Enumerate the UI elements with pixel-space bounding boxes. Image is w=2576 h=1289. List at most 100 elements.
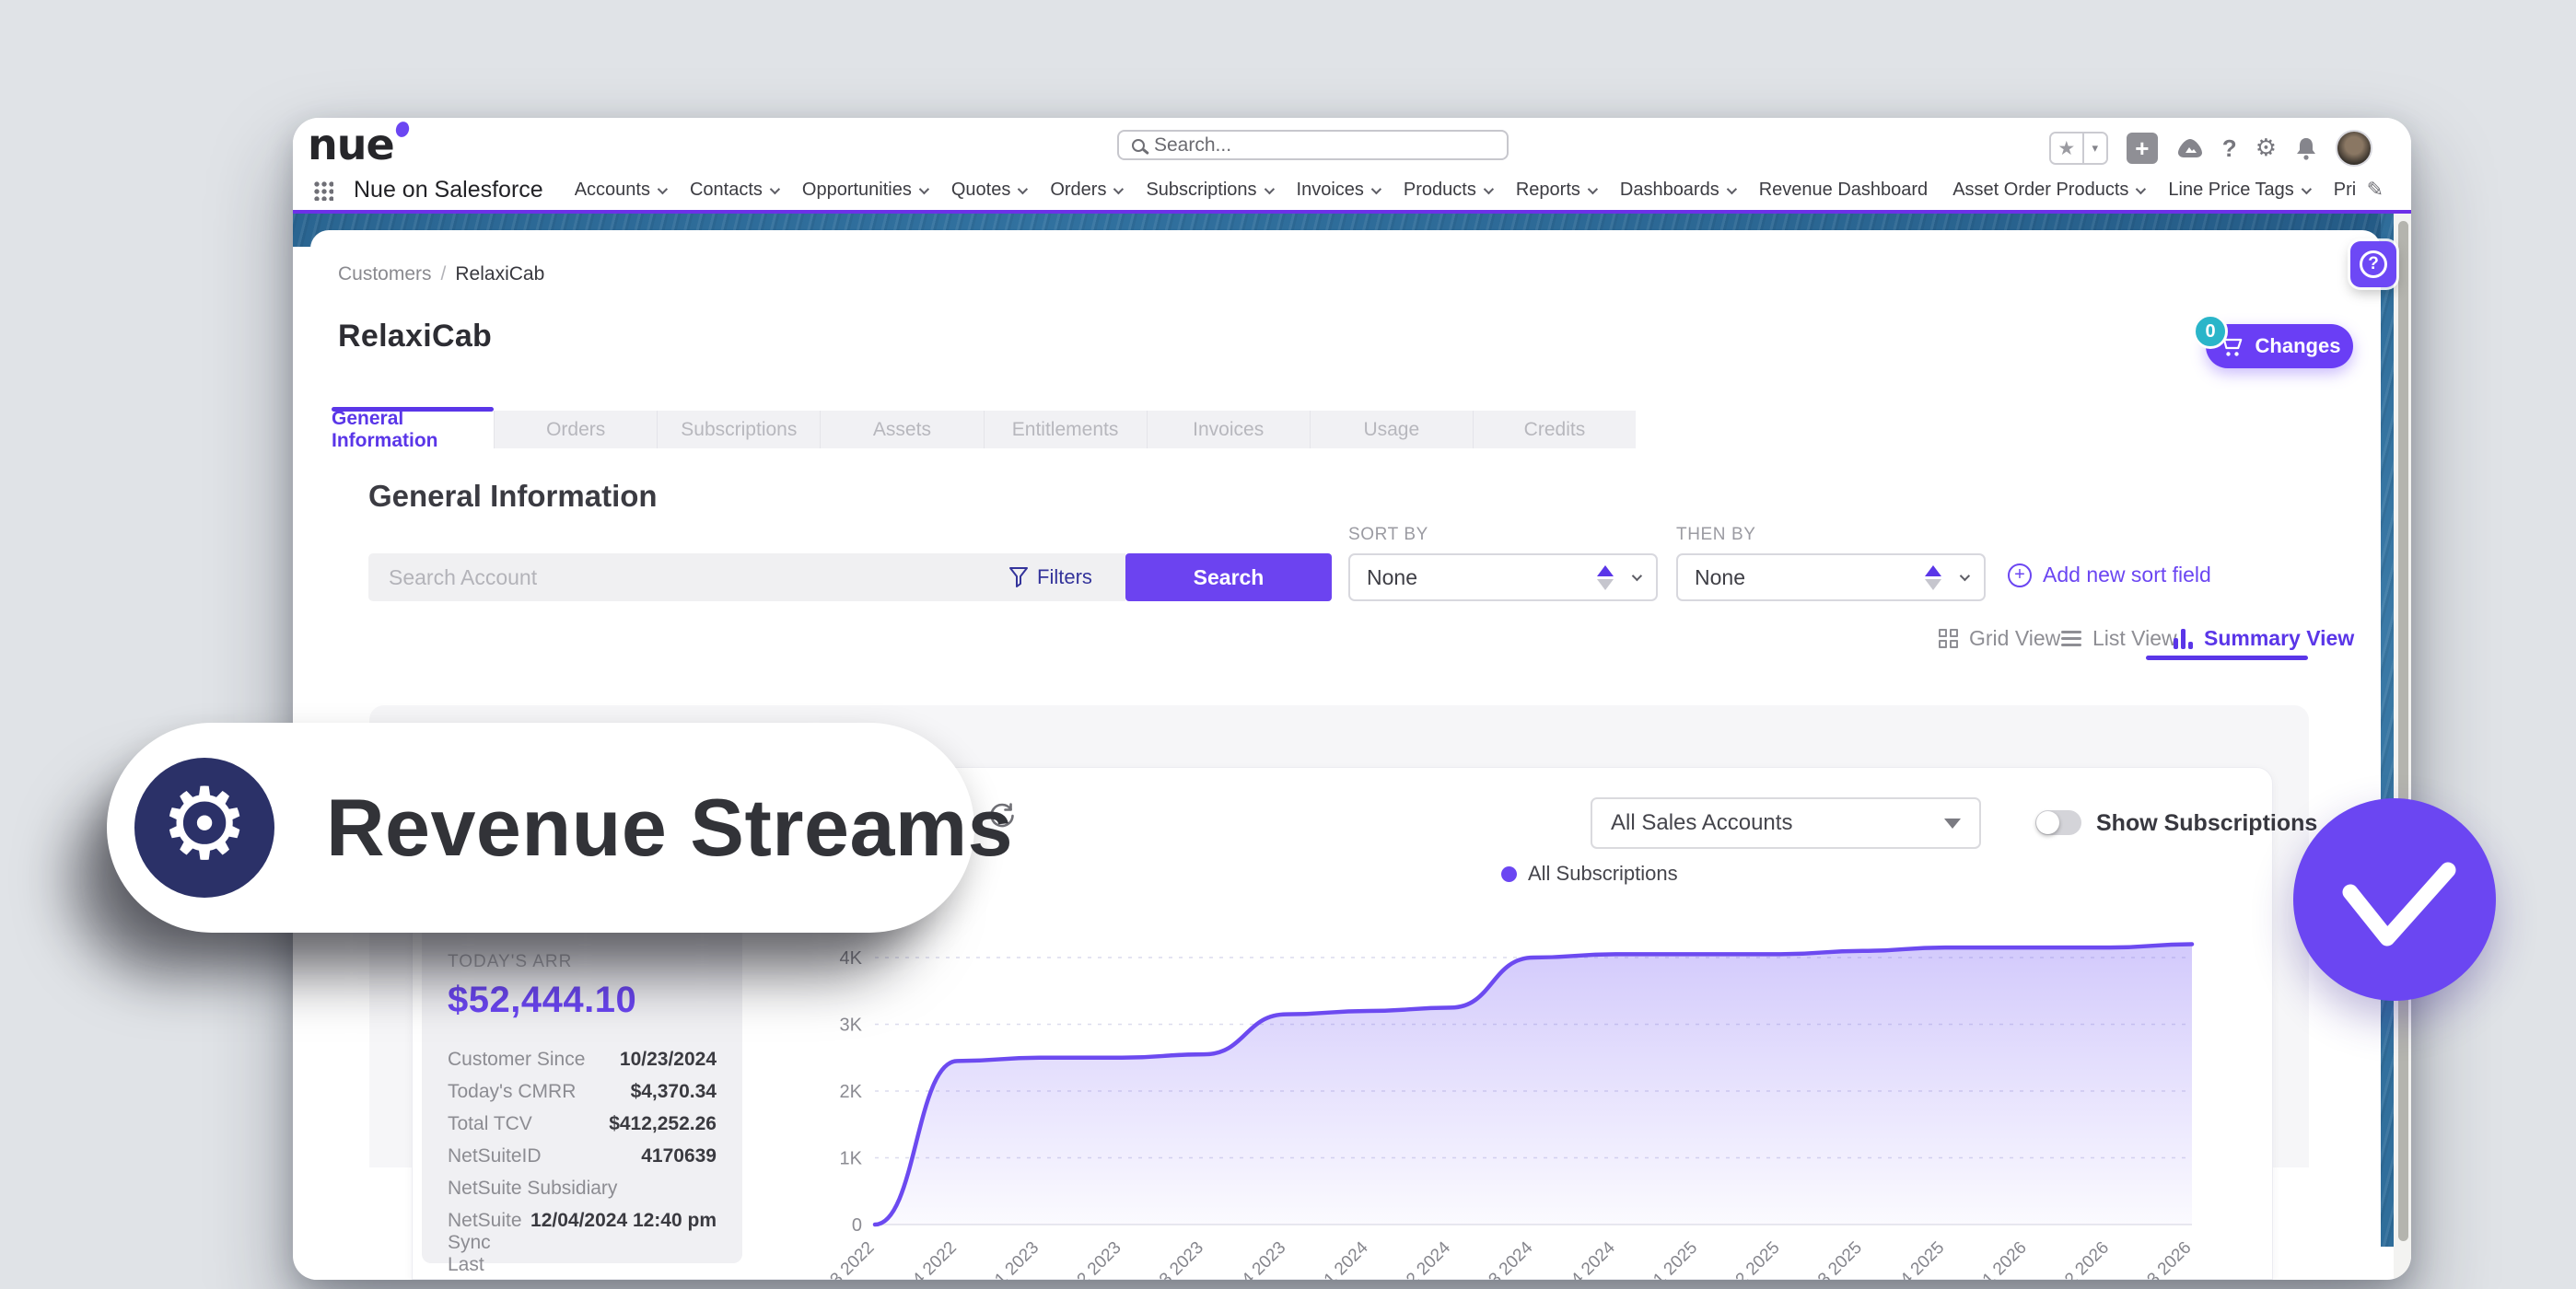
arr-area-chart[interactable]: 01K2K3K4KQ3 2022Q4 2022Q1 2023Q2 2023Q3 … [810, 921, 2247, 1280]
chart-legend[interactable]: All Subscriptions [1501, 862, 1678, 886]
sales-account-select[interactable]: All Sales Accounts [1591, 797, 1981, 849]
nav-item-invoices[interactable]: Invoices [1297, 180, 1379, 201]
sales-account-value: All Sales Accounts [1611, 810, 1944, 836]
filters-button[interactable]: Filters [976, 553, 1125, 601]
sort-by-value: None [1367, 565, 1597, 590]
changes-count-badge: 0 [2193, 314, 2228, 349]
chevron-down-icon [1588, 183, 1598, 193]
notifications-bell-icon[interactable] [2295, 136, 2317, 160]
stat-label: NetSuite Subsidiary [448, 1178, 617, 1200]
grid-view-toggle[interactable]: Grid View [1939, 626, 2060, 651]
tab-assets[interactable]: Assets [821, 411, 984, 448]
tab-usage[interactable]: Usage [1311, 411, 1474, 448]
nav-item-list: Accounts Contacts Opportunities Quotes Order… [575, 180, 2356, 201]
stat-value: 4170639 [641, 1145, 717, 1167]
setup-gear-icon[interactable]: ⚙ [2255, 134, 2277, 162]
changes-button-label: Changes [2255, 334, 2341, 358]
circled-plus-icon: + [2008, 563, 2032, 587]
caret-down-icon [1944, 819, 1961, 829]
nav-item-orders[interactable]: Orders [1050, 180, 1121, 201]
nav-item-products[interactable]: Products [1404, 180, 1491, 201]
legend-dot-icon [1501, 866, 1517, 882]
chevron-down-icon [1113, 183, 1124, 193]
grid-icon [1939, 629, 1958, 648]
nav-item-line-price-tags[interactable]: Line Price Tags [2168, 180, 2308, 201]
nav-item-reports[interactable]: Reports [1516, 180, 1595, 201]
search-button[interactable]: Search [1125, 553, 1332, 601]
favorites-button[interactable]: ★ ▾ [2049, 132, 2108, 165]
trailhead-icon[interactable] [2176, 137, 2204, 159]
list-view-toggle[interactable]: List View [2061, 626, 2177, 651]
help-floating-button[interactable]: ? [2350, 241, 2396, 287]
nav-item-label: Subscriptions [1146, 180, 1256, 201]
breadcrumb: Customers / RelaxiCab [338, 263, 544, 285]
svg-text:2K: 2K [840, 1082, 863, 1102]
nue-logo: nue [308, 120, 409, 169]
nav-item-subscriptions[interactable]: Subscriptions [1146, 180, 1271, 201]
nav-item-asset-order-products[interactable]: Asset Order Products [1952, 180, 2143, 201]
show-subscriptions-toggle[interactable] [2035, 810, 2081, 835]
summary-view-toggle[interactable]: Summary View [2174, 626, 2354, 651]
nav-item-accounts[interactable]: Accounts [575, 180, 665, 201]
app-launcher-icon[interactable] [313, 180, 333, 201]
nav-item-label: Reports [1516, 180, 1580, 201]
stat-label: NetSuiteID [448, 1145, 542, 1167]
favorites-caret-icon[interactable]: ▾ [2082, 134, 2106, 163]
question-mark-icon: ? [2360, 250, 2387, 278]
tab-orders[interactable]: Orders [495, 411, 658, 448]
stat-label: Customer Since [448, 1049, 585, 1071]
chevron-down-icon [1960, 571, 1970, 581]
tab-subscriptions[interactable]: Subscriptions [658, 411, 821, 448]
stat-row-today-s-cmrr: Today's CMRR$4,370.34 [448, 1081, 717, 1103]
stat-value: 12/04/2024 12:40 pm [530, 1210, 717, 1232]
tab-invoices[interactable]: Invoices [1148, 411, 1311, 448]
add-sort-field-link[interactable]: + Add new sort field [2008, 563, 2211, 587]
chevron-down-icon [1264, 183, 1274, 193]
add-icon[interactable]: + [2127, 133, 2158, 164]
global-search-input[interactable]: Search... [1117, 130, 1509, 160]
user-avatar[interactable] [2336, 130, 2372, 167]
todays-arr-label: TODAY'S ARR [448, 952, 717, 972]
account-search-placeholder: Search Account [389, 565, 537, 590]
svg-text:Q4 2022: Q4 2022 [900, 1238, 961, 1280]
svg-text:0: 0 [852, 1215, 862, 1236]
svg-text:Q2 2024: Q2 2024 [1393, 1237, 1455, 1280]
help-icon[interactable]: ? [2222, 134, 2237, 163]
nav-item-contacts[interactable]: Contacts [690, 180, 777, 201]
scrollbar-track[interactable] [2394, 214, 2411, 1280]
breadcrumb-current: RelaxiCab [455, 263, 544, 285]
tab-entitlements[interactable]: Entitlements [985, 411, 1148, 448]
edit-nav-pencil-icon[interactable]: ✎ [2367, 179, 2384, 202]
svg-text:Q3 2026: Q3 2026 [2134, 1238, 2195, 1280]
chevron-down-icon [1484, 183, 1494, 193]
breadcrumb-customers-link[interactable]: Customers [338, 263, 432, 285]
favorites-star-icon[interactable]: ★ [2051, 134, 2082, 163]
chevron-down-icon [1726, 183, 1736, 193]
nav-item-revenue-dashboard[interactable]: Revenue Dashboard [1759, 180, 1928, 201]
svg-text:Q2 2023: Q2 2023 [1064, 1238, 1125, 1280]
sort-direction-icon[interactable] [1597, 565, 1614, 590]
summary-view-label: Summary View [2204, 626, 2354, 651]
nav-item-price-tiers[interactable]: Price Tiers [2334, 180, 2356, 201]
header-icon-row: ★ ▾ + ? ⚙ [2049, 131, 2372, 166]
nav-item-dashboards[interactable]: Dashboards [1620, 180, 1734, 201]
gear-badge-circle: ⚙ [134, 758, 274, 898]
svg-text:Q2 2025: Q2 2025 [1722, 1238, 1783, 1280]
then-by-dropdown[interactable]: None [1676, 553, 1986, 601]
stat-label: NetSuite Sync Last [448, 1210, 530, 1276]
stat-row-total-tcv: Total TCV$412,252.26 [448, 1113, 717, 1135]
tab-general-information[interactable]: General Information [332, 411, 495, 448]
revenue-streams-badge: ⚙ Revenue Streams [107, 723, 974, 933]
scrollbar-thumb[interactable] [2398, 221, 2408, 1241]
tab-credits[interactable]: Credits [1474, 411, 1636, 448]
nav-item-label: Dashboards [1620, 180, 1719, 201]
nav-item-opportunities[interactable]: Opportunities [802, 180, 927, 201]
nav-item-label: Asset Order Products [1952, 180, 2128, 201]
app-name[interactable]: Nue on Salesforce [354, 177, 543, 203]
chevron-down-icon [1018, 183, 1028, 193]
sort-direction-icon[interactable] [1925, 565, 1941, 590]
sort-by-dropdown[interactable]: None [1348, 553, 1658, 601]
changes-button[interactable]: Changes [2206, 324, 2353, 368]
nav-item-label: Price Tiers [2334, 180, 2356, 201]
nav-item-quotes[interactable]: Quotes [951, 180, 1025, 201]
